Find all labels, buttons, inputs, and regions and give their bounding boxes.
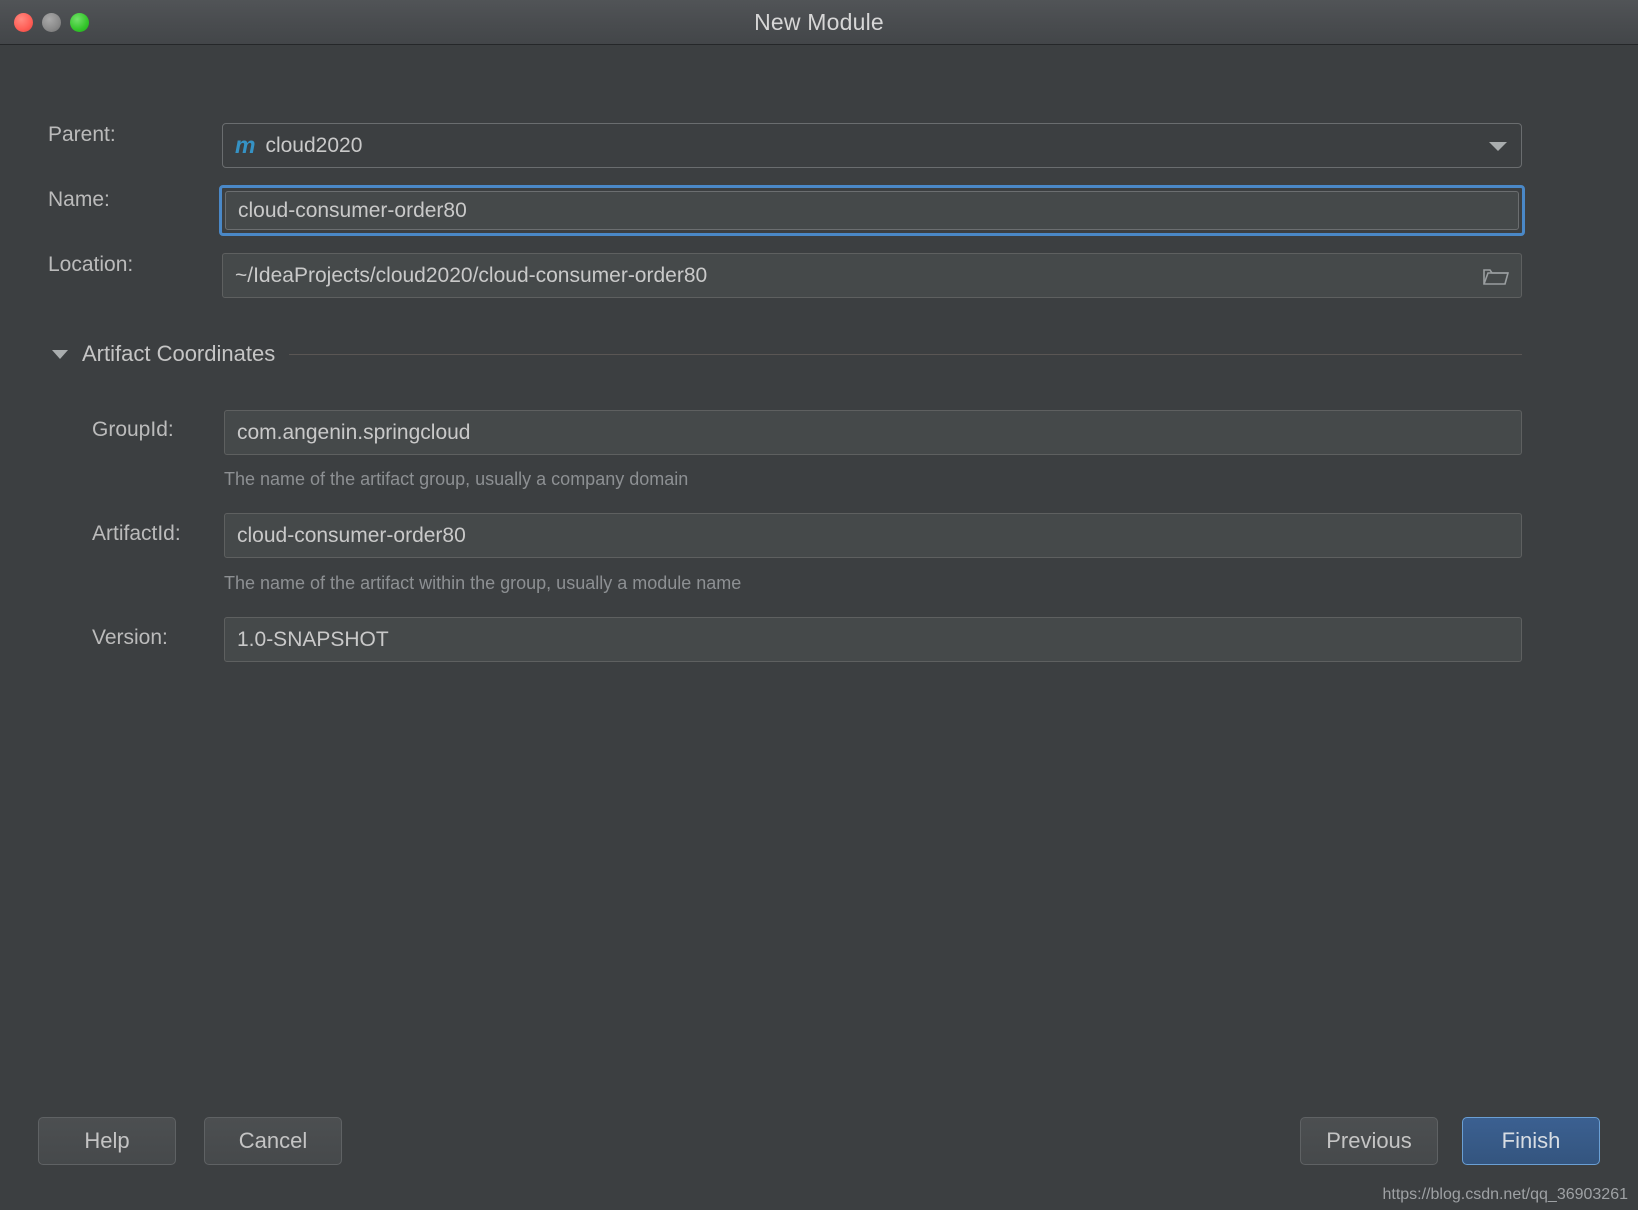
location-input[interactable]: ~/IdeaProjects/cloud2020/cloud-consumer-…: [222, 253, 1522, 298]
name-input[interactable]: cloud-consumer-order80: [225, 191, 1519, 230]
location-row: Location:: [48, 253, 133, 277]
artifact-id-hint: The name of the artifact within the grou…: [224, 573, 742, 593]
parent-label: Parent:: [48, 123, 116, 146]
minimize-button[interactable]: [42, 12, 61, 32]
version-label: Version:: [92, 626, 168, 649]
close-button[interactable]: [14, 12, 33, 32]
cancel-button[interactable]: Cancel: [204, 1117, 342, 1165]
previous-button[interactable]: Previous: [1300, 1117, 1438, 1165]
folder-icon[interactable]: [1483, 266, 1509, 286]
artifact-id-row: ArtifactId:: [92, 522, 181, 546]
new-module-dialog: New Module Parent: m cloud2020 Name: clo…: [0, 0, 1638, 1210]
location-value: ~/IdeaProjects/cloud2020/cloud-consumer-…: [235, 263, 708, 287]
footer-right-buttons: Previous Finish: [1300, 1117, 1600, 1165]
maximize-button[interactable]: [70, 12, 89, 32]
window-title: New Module: [754, 8, 884, 35]
watermark: https://blog.csdn.net/qq_36903261: [1382, 1186, 1628, 1203]
artifact-coordinates-section-header[interactable]: Artifact Coordinates: [52, 341, 1522, 367]
maven-module-icon: m: [235, 132, 256, 158]
name-row: Name:: [48, 188, 110, 212]
version-row: Version:: [92, 626, 168, 650]
group-id-value: com.angenin.springcloud: [237, 420, 471, 444]
parent-value: cloud2020: [265, 133, 363, 157]
name-value: cloud-consumer-order80: [238, 198, 467, 222]
finish-button[interactable]: Finish: [1462, 1117, 1600, 1165]
group-id-label: GroupId:: [92, 418, 174, 441]
group-id-row: GroupId:: [92, 418, 174, 442]
dialog-body: Parent: m cloud2020 Name: cloud-consumer…: [0, 45, 1638, 1210]
artifact-id-input[interactable]: cloud-consumer-order80: [224, 513, 1522, 558]
name-label: Name:: [48, 188, 110, 211]
parent-combobox[interactable]: m cloud2020: [222, 123, 1522, 168]
group-id-input[interactable]: com.angenin.springcloud: [224, 410, 1522, 455]
artifact-id-label: ArtifactId:: [92, 522, 181, 545]
location-label: Location:: [48, 253, 134, 276]
artifact-coordinates-title: Artifact Coordinates: [82, 341, 276, 366]
section-divider: [289, 353, 1522, 355]
help-button[interactable]: Help: [38, 1117, 176, 1165]
version-value: 1.0-SNAPSHOT: [237, 627, 389, 651]
footer-left-buttons: Help Cancel: [38, 1117, 342, 1165]
group-id-hint: The name of the artifact group, usually …: [224, 469, 689, 489]
triangle-down-icon[interactable]: [52, 349, 68, 359]
parent-row: Parent:: [48, 123, 116, 147]
chevron-down-icon[interactable]: [1489, 141, 1507, 151]
version-input[interactable]: 1.0-SNAPSHOT: [224, 617, 1522, 662]
artifact-id-value: cloud-consumer-order80: [237, 523, 466, 547]
window-controls: [14, 0, 89, 44]
title-bar: New Module: [0, 0, 1638, 45]
